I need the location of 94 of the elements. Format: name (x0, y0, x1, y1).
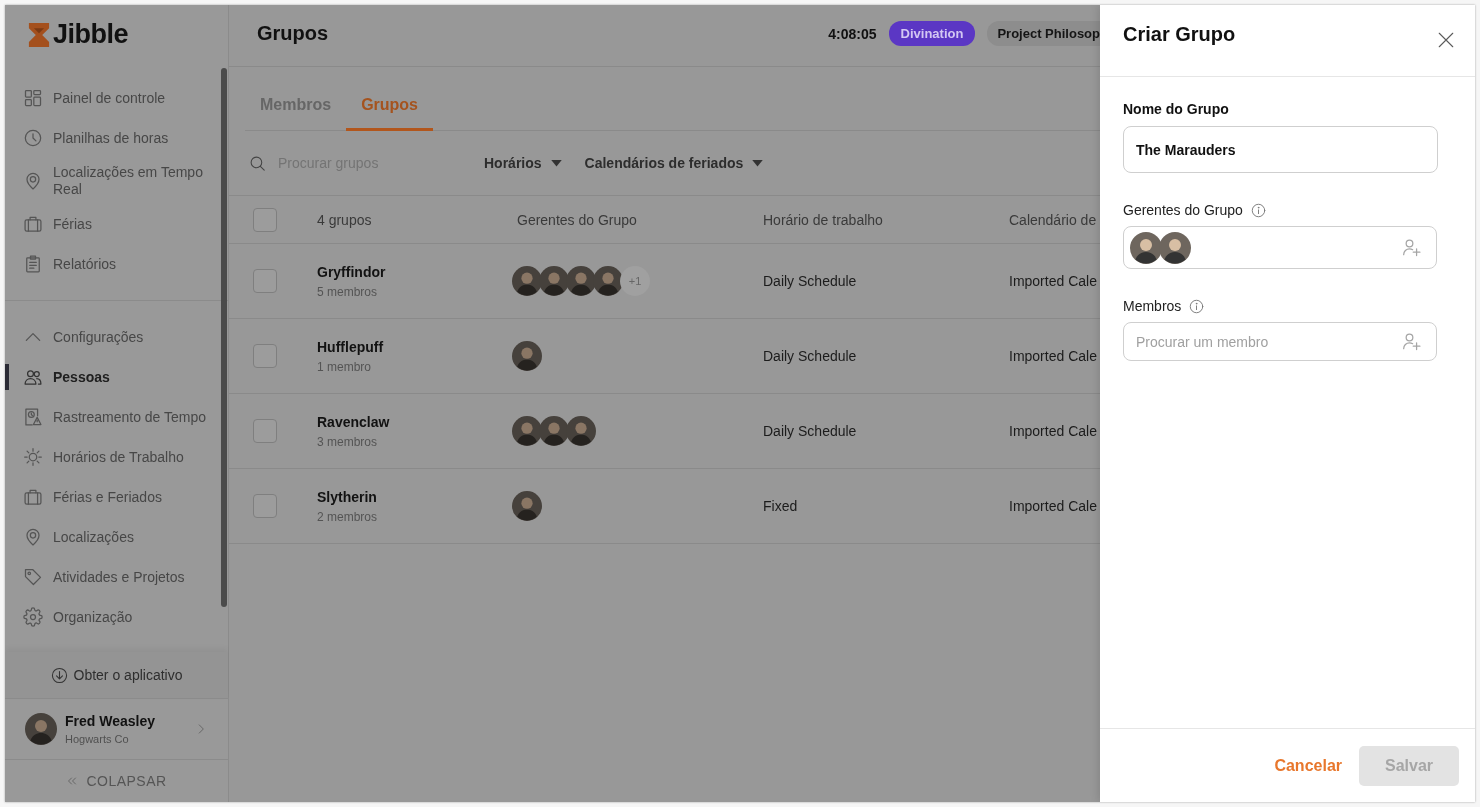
caret-down-icon (550, 159, 562, 167)
activity-badge[interactable]: Divination (888, 21, 976, 46)
page-title: Grupos (257, 22, 329, 45)
filter-dropdown[interactable]: Calendários de feriados (584, 155, 764, 171)
avatar-icon (512, 491, 542, 521)
close-icon (1437, 31, 1455, 49)
member-count: 5 membros (317, 284, 379, 299)
column-header: Gerentes do Grupo (517, 211, 638, 228)
schedule-cell-text: Fixed (763, 498, 799, 514)
nav-item[interactable]: Horários de Trabalho (5, 437, 228, 477)
group-name: Hufflepuff (317, 338, 385, 355)
schedule-cell-text: Daily Schedule (763, 273, 858, 289)
nav-item[interactable]: Férias (5, 204, 228, 244)
double-chevron-left-icon (66, 775, 79, 787)
download-icon (50, 666, 68, 684)
schedule-cell-text: Daily Schedule (763, 348, 858, 364)
close-button[interactable] (1437, 31, 1455, 49)
nav-item[interactable]: Rastreamento de Tempo (5, 397, 228, 437)
group-name-field[interactable]: The Marauders (1123, 126, 1438, 173)
map-pin-icon (23, 527, 43, 547)
tag-icon (23, 567, 43, 587)
avatar-icon (539, 416, 569, 446)
panel-title: Criar Grupo (1123, 22, 1236, 46)
add-person-icon (1402, 237, 1422, 258)
nav-item[interactable]: Localizações (5, 517, 228, 557)
avatar-icon (512, 266, 542, 296)
schedule-cell-text: Daily Schedule (763, 423, 858, 439)
search-icon (249, 154, 266, 172)
avatar-icon (1130, 231, 1162, 264)
filter-dropdown[interactable]: Horários (484, 155, 562, 171)
map-pin-icon (23, 171, 43, 191)
avatar-icon (566, 416, 596, 446)
document-clock-icon (23, 407, 43, 427)
calendar-cell-text: Imported Cale (1009, 423, 1098, 439)
avatar-icon (512, 341, 542, 371)
people-icon (23, 367, 43, 387)
avatar-icon (1159, 231, 1191, 264)
field-label: Membros (1123, 297, 1182, 315)
field-label: Nome do Grupo (1123, 100, 1229, 118)
checkbox[interactable] (253, 269, 277, 293)
member-count: 1 membro (317, 359, 373, 374)
more-count: +1 (620, 266, 650, 296)
suitcase-icon (23, 214, 43, 234)
cancel-button[interactable]: Cancelar (1274, 756, 1342, 775)
logo-icon (28, 21, 50, 48)
dashboard-icon (23, 88, 43, 108)
nav-item[interactable]: Atividades e Projetos (5, 557, 228, 597)
gear-icon (23, 607, 43, 627)
clipboard-icon (23, 254, 43, 274)
group-name: Gryffindor (317, 263, 387, 280)
avatar-icon (512, 416, 542, 446)
column-header: 4 grupos (317, 211, 373, 228)
nav-item[interactable]: Painel de controle (5, 78, 228, 118)
get-app-button[interactable]: Obter o aplicativo (5, 652, 228, 698)
field-label: Gerentes do Grupo (1123, 201, 1243, 219)
avatar-icon (25, 713, 57, 745)
member-search-input[interactable]: Procurar um membro (1130, 333, 1402, 350)
organization-name: Hogwarts Co (65, 733, 130, 745)
add-person-icon (1402, 331, 1422, 352)
settings-toggle[interactable]: Configurações (5, 317, 228, 357)
checkbox[interactable] (253, 207, 277, 232)
column-header: Calendário de (1009, 211, 1098, 228)
avatar-icon (593, 266, 623, 296)
nav-item[interactable]: Localizações em Tempo Real (5, 158, 228, 204)
calendar-cell-text: Imported Cale (1009, 498, 1098, 514)
people-field[interactable]: Procurar um membro (1123, 322, 1437, 361)
clock-icon (23, 128, 43, 148)
timer: 4:08:05 (828, 25, 877, 42)
nav-item[interactable]: Relatórios (5, 244, 228, 284)
user-name: Fred Weasley (65, 713, 156, 729)
scrollbar[interactable] (221, 68, 227, 607)
suitcase-icon (23, 487, 43, 507)
sun-icon (23, 447, 43, 467)
nav-item[interactable]: Planilhas de horas (5, 118, 228, 158)
checkbox[interactable] (253, 344, 277, 368)
group-name: Ravenclaw (317, 413, 391, 430)
calendar-cell-text: Imported Cale (1009, 273, 1098, 289)
nav-item[interactable]: Férias e Feriados (5, 477, 228, 517)
checkbox[interactable] (253, 494, 277, 518)
member-count: 2 membros (317, 509, 379, 524)
calendar-cell-text: Imported Cale (1009, 348, 1098, 364)
group-name: Slytherin (317, 488, 378, 505)
caret-down-icon (752, 159, 764, 167)
tab[interactable]: Grupos (346, 82, 433, 131)
project-badge[interactable]: Project Philosop (987, 21, 1100, 46)
avatar-icon (566, 266, 596, 296)
logo-text: Jibble (53, 19, 129, 50)
collapse-button[interactable]: COLAPSAR (5, 760, 228, 802)
column-header: Horário de trabalho (763, 211, 884, 228)
nav-item[interactable]: Organização (5, 597, 228, 637)
checkbox[interactable] (253, 419, 277, 443)
avatar-icon (539, 266, 569, 296)
people-field[interactable] (1123, 226, 1437, 269)
member-count: 3 membros (317, 434, 379, 449)
